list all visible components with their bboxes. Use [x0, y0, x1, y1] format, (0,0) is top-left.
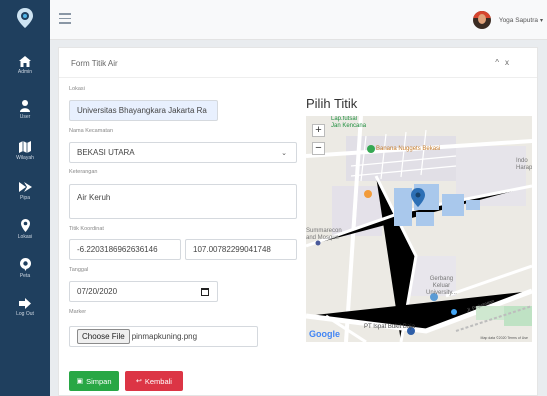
tanggal-input[interactable]: 07/20/2020 — [69, 281, 218, 302]
home-icon — [19, 56, 31, 67]
sidebar-item-peta[interactable]: Peta — [0, 258, 50, 279]
map-footer[interactable]: Map data ©2020 Terms of Use — [481, 336, 528, 340]
map-icon — [19, 141, 31, 153]
map-label-nuggets: Banana Nuggets Bekasi — [376, 146, 441, 152]
lokasi-label: Lokasi — [69, 86, 85, 92]
keterangan-textarea[interactable]: Air Keruh — [69, 184, 297, 219]
topbar: Yoga Saputra ▾ — [50, 0, 547, 40]
user-menu[interactable]: Yoga Saputra ▾ — [472, 9, 543, 31]
keterangan-label: Keterangan — [69, 169, 98, 175]
sidebar-item-user[interactable]: User — [0, 100, 50, 120]
sidebar-item-label: Peta — [19, 273, 31, 279]
file-name: pinmapkuning.png — [131, 332, 198, 341]
latitude-input[interactable]: -6.2203186962636146 — [69, 239, 181, 260]
marker-file-input[interactable]: Choose File pinmapkuning.png — [69, 326, 258, 347]
map-label-ispat: PT Ispat Bukit Baja — [364, 324, 415, 330]
marker-label: Marker — [69, 309, 87, 315]
sidebar-item-label: Lokasi — [17, 234, 33, 240]
sidebar-item-label: User — [19, 114, 31, 120]
zoom-out-button[interactable]: − — [312, 142, 325, 155]
user-icon — [20, 100, 30, 112]
card-header: Form Titik Air ^x — [59, 48, 537, 78]
map-title: Pilih Titik — [306, 96, 358, 111]
map-view[interactable]: + − Lap.futsal Jan Kencana Banana Nugget… — [306, 116, 532, 342]
reply-icon: ↩ — [136, 378, 142, 385]
form-card: Form Titik Air ^x Lokasi Universitas Bha… — [58, 47, 538, 396]
google-text: Google — [309, 329, 340, 339]
lokasi-input[interactable]: Universitas Bhayangkara Jakarta Ra — [69, 100, 218, 121]
sign-out-icon — [19, 298, 31, 309]
sidebar-item-label: Admin — [17, 69, 33, 75]
kecamatan-label: Nama Kecamatan — [69, 128, 114, 134]
collapse-icon[interactable]: ^ — [495, 58, 505, 67]
save-button[interactable]: ▣ Simpan — [69, 371, 119, 391]
map-label-gerbang: Gerbang Keluar University... — [426, 276, 457, 296]
map-label-indo: Indo Harap — [516, 158, 532, 171]
zoom-in-button[interactable]: + — [312, 124, 325, 137]
sidebar-item-label: Log Out — [16, 311, 34, 317]
map-label-futsal: Lap.futsal Jan Kencana — [331, 116, 367, 129]
google-logo: Google — [309, 329, 340, 339]
hamburger-menu-icon[interactable] — [59, 13, 71, 24]
map-label-mosque: Summarecon and Mosque — [306, 228, 342, 241]
sidebar-item-label: Pipa — [19, 195, 30, 201]
chevron-down-icon: ⌄ — [281, 150, 287, 157]
sidebar: Admin User Wilayah Pipa Lokasi Peta Log … — [0, 0, 50, 396]
back-label: Kembali — [144, 376, 172, 386]
map-marker-icon — [20, 219, 30, 232]
sidebar-item-logout[interactable]: Log Out — [0, 298, 50, 317]
choose-file-button[interactable]: Choose File — [77, 329, 130, 344]
kecamatan-select[interactable]: BEKASI UTARA ⌄ — [69, 142, 297, 163]
sidebar-item-wilayah[interactable]: Wilayah — [0, 141, 50, 161]
back-button[interactable]: ↩ Kembali — [125, 371, 183, 391]
pipe-icon — [18, 182, 32, 192]
tanggal-label: Tanggal — [69, 267, 89, 273]
avatar — [472, 11, 491, 29]
close-icon[interactable]: x — [505, 58, 515, 67]
longitude-input[interactable]: 107.00782299041748 — [185, 239, 297, 260]
caret-down-icon: ▾ — [539, 17, 543, 24]
save-label: Simpan — [86, 376, 112, 386]
sidebar-item-lokasi[interactable]: Lokasi — [0, 219, 50, 240]
logo-marker-icon — [17, 8, 33, 28]
sidebar-item-label: Wilayah — [16, 155, 34, 161]
tanggal-value: 07/20/2020 — [77, 287, 118, 296]
card-tools[interactable]: ^x — [495, 58, 515, 67]
map-pin-icon — [19, 258, 31, 271]
koordinat-label: Titik Koordinat — [69, 226, 104, 232]
save-icon: ▣ — [76, 378, 84, 385]
card-title: Form Titik Air — [71, 59, 118, 68]
kecamatan-value: BEKASI UTARA — [77, 148, 135, 157]
calendar-icon[interactable] — [201, 288, 209, 296]
sidebar-item-pipa[interactable]: Pipa — [0, 181, 50, 201]
user-name: Yoga Saputra — [498, 16, 538, 24]
sidebar-item-admin[interactable]: Admin — [0, 56, 50, 75]
